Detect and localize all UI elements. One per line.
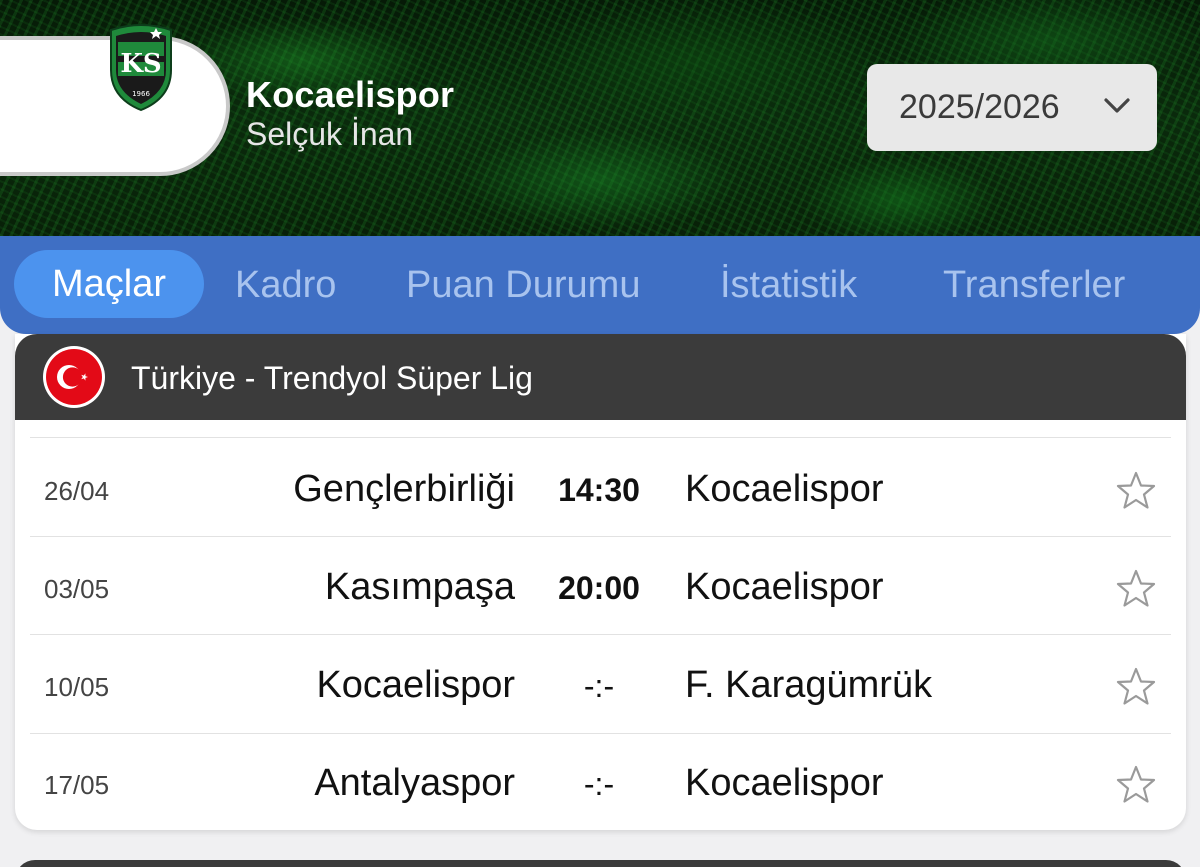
- match-date: 17/05: [44, 770, 110, 800]
- away-team: Kocaelispor: [685, 566, 884, 608]
- match-time: 20:00: [558, 570, 640, 606]
- away-team: Kocaelispor: [685, 468, 884, 510]
- tab-maclar[interactable]: Maçlar: [14, 250, 204, 318]
- team-crest-icon: KS 1966: [110, 24, 172, 112]
- chevron-down-icon: [1104, 98, 1130, 113]
- next-league-header: [15, 860, 1186, 867]
- svg-text:1966: 1966: [132, 90, 150, 98]
- match-date: 26/04: [44, 476, 110, 506]
- league-header[interactable]: Türkiye - Trendyol Süper Lig: [15, 334, 1186, 420]
- tab-istatistik[interactable]: İstatistik: [720, 264, 857, 307]
- team-name: Kocaelispor: [246, 74, 455, 115]
- league-name: Türkiye - Trendyol Süper Lig: [131, 360, 533, 396]
- coach-name: Selçuk İnan: [246, 116, 414, 152]
- tab-puan-durumu[interactable]: Puan Durumu: [406, 264, 640, 307]
- match-score: -:-: [583, 766, 615, 802]
- home-team: Kasımpaşa: [324, 566, 515, 608]
- tab-kadro[interactable]: Kadro: [235, 264, 336, 307]
- home-team: Antalyaspor: [314, 762, 515, 804]
- season-dropdown[interactable]: 2025/2026: [867, 64, 1157, 151]
- svg-text:KS: KS: [120, 49, 161, 79]
- tab-bar: Maçlar Kadro Puan Durumu İstatistik Tran…: [0, 236, 1200, 334]
- favorite-star-icon[interactable]: [1115, 470, 1157, 512]
- match-score: -:-: [583, 668, 615, 704]
- home-team: Gençlerbirliği: [293, 468, 515, 510]
- turkey-flag-icon: [43, 346, 105, 408]
- match-row[interactable]: 17/05 Antalyaspor -:- Kocaelispor: [15, 732, 1186, 830]
- season-value: 2025/2026: [899, 88, 1060, 126]
- favorite-star-icon[interactable]: [1115, 568, 1157, 610]
- match-row[interactable]: 26/04 Gençlerbirliği 14:30 Kocaelispor: [15, 438, 1186, 536]
- home-team: Kocaelispor: [316, 664, 515, 706]
- favorite-star-icon[interactable]: [1115, 764, 1157, 806]
- league-card: Türkiye - Trendyol Süper Lig 26/04 Gençl…: [15, 334, 1186, 830]
- match-row[interactable]: 03/05 Kasımpaşa 20:00 Kocaelispor: [15, 536, 1186, 634]
- team-header: KS 1966 Kocaelispor Selçuk İnan 2025/202…: [0, 0, 1200, 236]
- match-time: 14:30: [558, 472, 640, 508]
- away-team: F. Karagümrük: [685, 664, 933, 706]
- away-team: Kocaelispor: [685, 762, 884, 804]
- match-date: 03/05: [44, 574, 110, 604]
- tab-transferler[interactable]: Transferler: [943, 264, 1125, 307]
- match-row[interactable]: 10/05 Kocaelispor -:- F. Karagümrük: [15, 634, 1186, 732]
- favorite-star-icon[interactable]: [1115, 666, 1157, 708]
- match-date: 10/05: [44, 672, 110, 702]
